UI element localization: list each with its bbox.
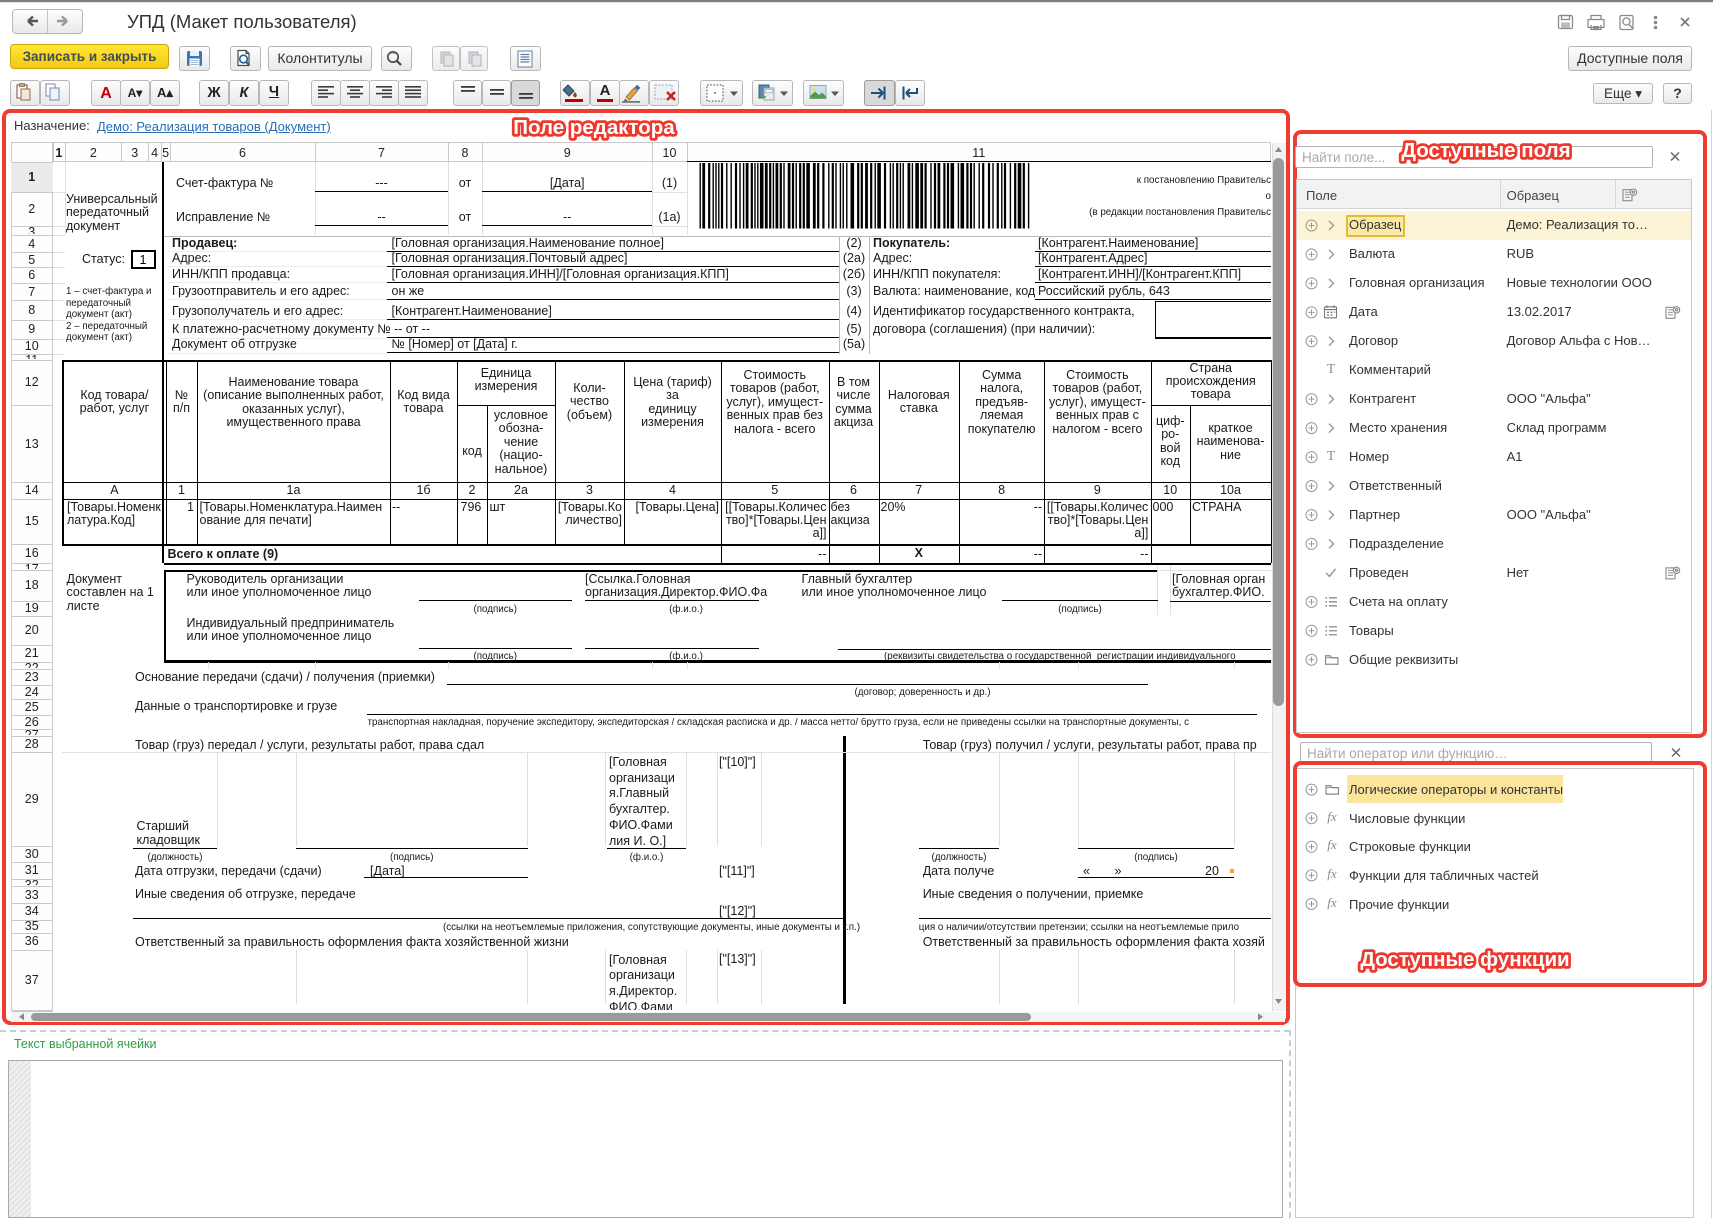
svg-text:Доступные функции: Доступные функции — [1360, 948, 1569, 971]
